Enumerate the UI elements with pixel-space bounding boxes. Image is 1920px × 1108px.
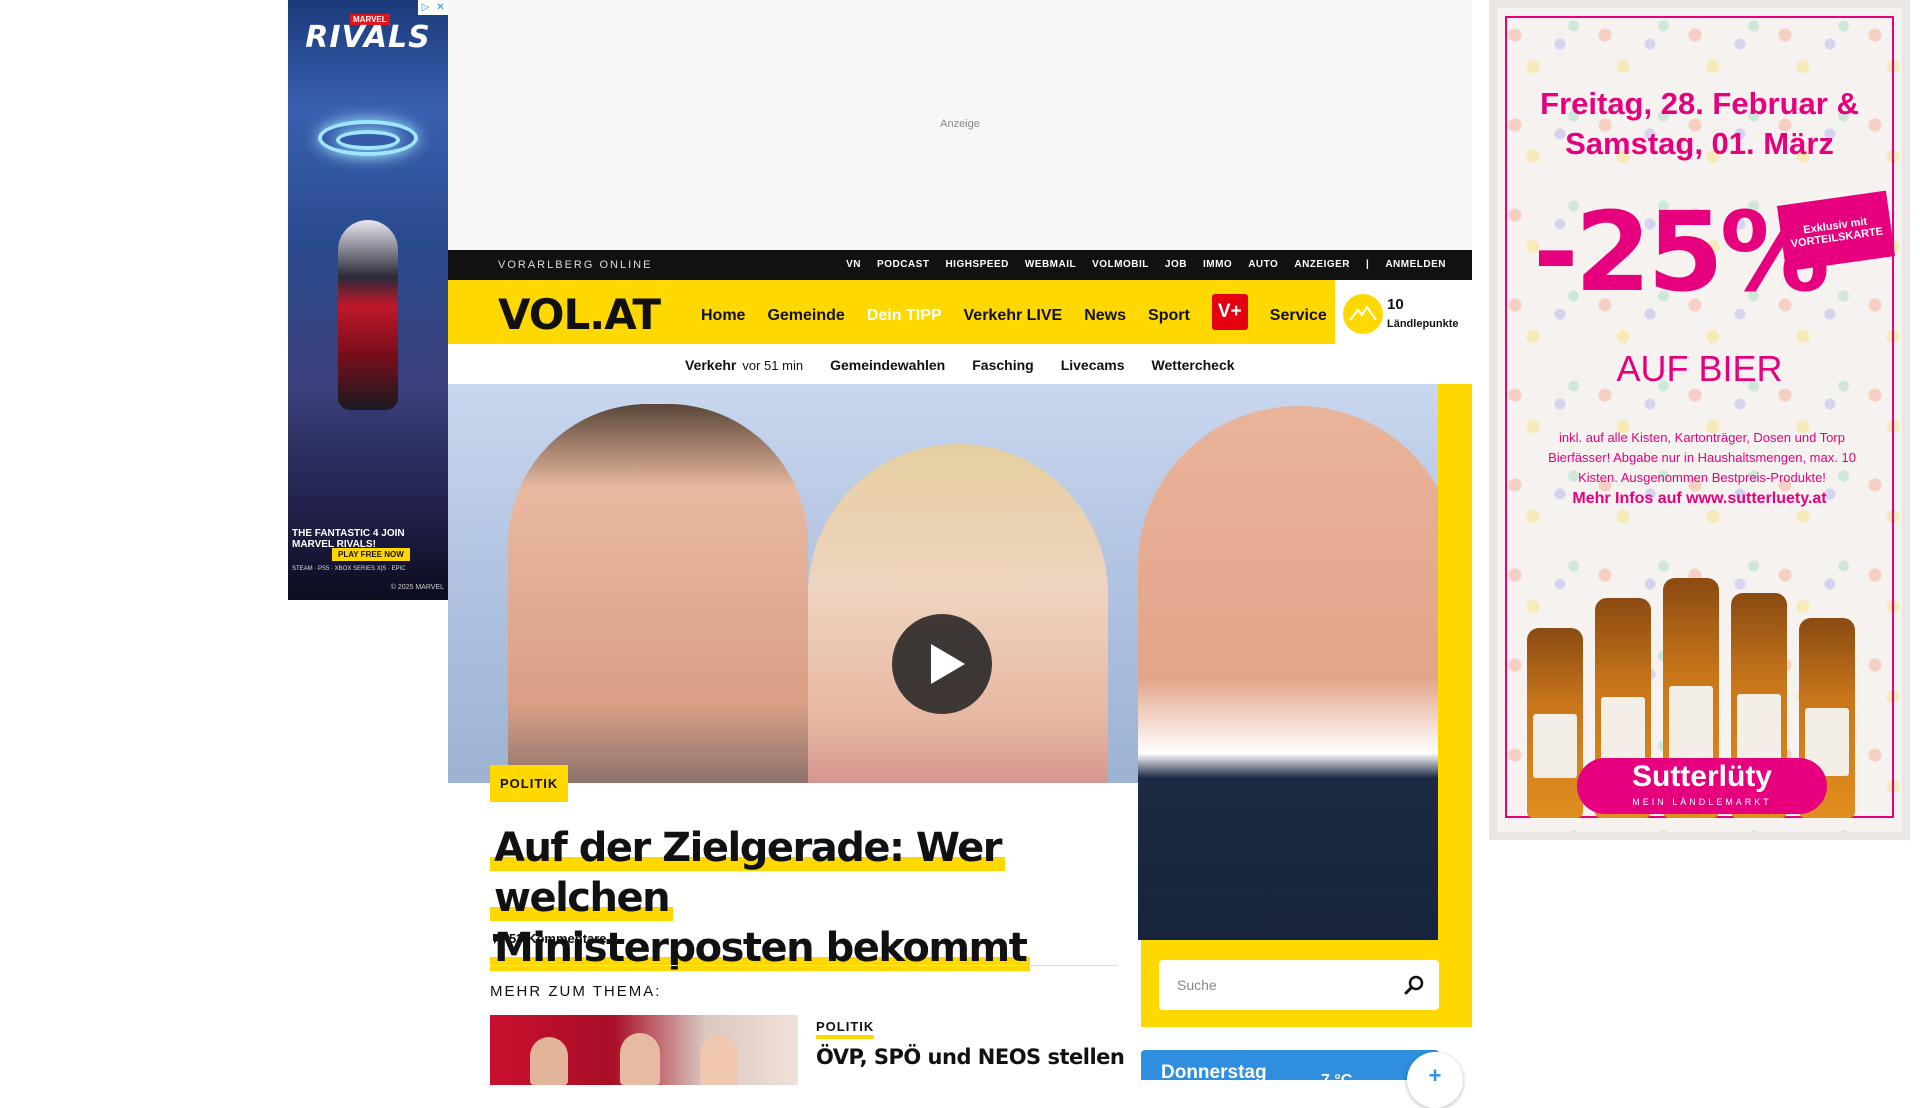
divider — [490, 965, 1118, 966]
subnav-item-fasching[interactable]: Fasching — [972, 357, 1033, 373]
points-label: Ländlepunkte — [1387, 318, 1459, 330]
subnav-verkehr-time: vor 51 min — [742, 358, 804, 373]
site-name: VORARLBERG ONLINE — [498, 259, 653, 271]
ad-brand-name: Sutterlüty — [1631, 760, 1772, 793]
ad-date-line-2: Samstag, 01. März — [1565, 126, 1834, 161]
comments-count: 53 Kommentare — [509, 931, 607, 946]
top-link-job[interactable]: JOB — [1165, 259, 1187, 270]
nav-items: Home Gemeinde Dein TIPP Verkehr LIVE New… — [701, 294, 1327, 330]
ad-brand-sub: MEIN LÄNDLEMARKT — [1632, 797, 1772, 807]
article-headline[interactable]: Auf der Zielgerade: Wer welchen Minister… — [490, 823, 1130, 973]
site-logo[interactable]: VOL.AT — [498, 290, 661, 339]
thumb-person — [700, 1035, 738, 1085]
more-on-topic-label: MEHR ZUM THEMA: — [490, 983, 662, 1000]
comments-link[interactable]: 53 Kommentare — [492, 931, 607, 946]
ad-right-skyscraper[interactable]: Freitag, 28. Februar & Samstag, 01. März… — [1489, 0, 1910, 840]
top-bar: VORARLBERG ONLINE VN PODCAST HIGHSPEED W… — [448, 250, 1472, 280]
subnav-item-gemeindewahlen[interactable]: Gemeindewahlen — [830, 357, 945, 373]
beer-bottle — [1527, 628, 1583, 818]
nav-item-home[interactable]: Home — [701, 307, 745, 325]
weather-expand-button[interactable]: + — [1407, 1052, 1463, 1108]
ad-left-skyscraper[interactable]: ▷ ✕ MARVEL RIVALS THE FANTASTIC 4 JOIN M… — [288, 0, 448, 600]
nav-item-service[interactable]: Service — [1270, 307, 1327, 325]
thumb-person — [620, 1033, 660, 1085]
nav-item-gemeinde[interactable]: Gemeinde — [767, 307, 844, 325]
ad-label: Anzeige — [940, 118, 980, 130]
ad-close-icon[interactable]: ✕ — [433, 0, 448, 15]
weather-day: Donnerstag — [1161, 1062, 1267, 1083]
article-category[interactable]: POLITIK — [490, 765, 569, 802]
top-links: VN PODCAST HIGHSPEED WEBMAIL VOLMOBIL JO… — [846, 259, 1446, 270]
comment-icon — [493, 933, 503, 944]
related-article-category[interactable]: POLITIK — [816, 1019, 875, 1039]
ad-subtitle: AUF BIER — [1616, 348, 1783, 389]
related-article-thumbnail[interactable] — [490, 1015, 798, 1085]
subnav-item-wettercheck[interactable]: Wettercheck — [1152, 357, 1235, 373]
top-link-anzeiger[interactable]: ANZEIGER — [1294, 259, 1350, 270]
hero-person-right — [1138, 406, 1438, 940]
ad-brand-logo: Sutterlüty MEIN LÄNDLEMARKT — [1577, 758, 1827, 814]
hero-accent-bar — [1438, 384, 1472, 940]
nav-item-dein-tipp[interactable]: Dein TIPP — [867, 307, 942, 325]
thumb-person — [530, 1037, 568, 1085]
top-link-podcast[interactable]: PODCAST — [877, 259, 929, 270]
plus-icon: + — [1428, 1063, 1442, 1088]
ad-tagline: THE FANTASTIC 4 JOIN MARVEL RIVALS! — [292, 528, 405, 550]
ad-ring-decoration — [336, 130, 400, 150]
ad-play-button[interactable]: PLAY FREE NOW — [332, 548, 410, 561]
ad-platforms: STEAM · PS5 · XBOX SERIES X|S · EPIC — [292, 566, 406, 572]
related-article-title[interactable]: ÖVP, SPÖ und NEOS stellen — [816, 1045, 1125, 1069]
ad-date-line-1: Freitag, 28. Februar & — [1540, 86, 1859, 121]
ad-brand: RIVALS — [305, 20, 431, 55]
top-link-separator: | — [1366, 259, 1370, 270]
search-input[interactable] — [1159, 960, 1389, 1010]
top-link-volmobil[interactable]: VOLMOBIL — [1092, 259, 1149, 270]
nav-item-sport[interactable]: Sport — [1148, 307, 1190, 325]
nav-item-verkehr-live[interactable]: Verkehr LIVE — [964, 307, 1063, 325]
ad-copyright: © 2025 MARVEL — [390, 584, 444, 591]
ad-fineprint: inkl. auf alle Kisten, Kartonträger, Dos… — [1548, 430, 1856, 485]
top-link-auto[interactable]: AUTO — [1248, 259, 1278, 270]
subnav-verkehr-label: Verkehr — [685, 357, 737, 373]
login-link[interactable]: ANMELDEN — [1385, 259, 1446, 270]
top-link-webmail[interactable]: WEBMAIL — [1025, 259, 1076, 270]
search-box — [1159, 960, 1439, 1010]
top-link-immo[interactable]: IMMO — [1203, 259, 1232, 270]
weather-temp: 7 °C — [1321, 1072, 1353, 1089]
ad-character-figure — [338, 220, 398, 410]
ad-top-banner: Anzeige — [448, 0, 1472, 250]
points-value: 10 — [1387, 296, 1404, 313]
search-icon[interactable] — [1403, 974, 1425, 996]
main-nav: VOL.AT Home Gemeinde Dein TIPP Verkehr L… — [448, 280, 1472, 344]
top-link-highspeed[interactable]: HIGHSPEED — [945, 259, 1008, 270]
sub-nav: Verkehr vor 51 min Gemeindewahlen Faschin… — [448, 344, 1472, 384]
ad-more-info: Mehr Infos auf www.sutterluety.at — [1572, 490, 1827, 507]
ad-date: Freitag, 28. Februar & Samstag, 01. März — [1497, 84, 1902, 164]
mountain-icon — [1343, 294, 1383, 334]
play-icon[interactable] — [892, 614, 992, 714]
top-link-vn[interactable]: VN — [846, 259, 861, 270]
weather-widget[interactable]: Donnerstag 7 °C — [1141, 1050, 1439, 1089]
nav-item-news[interactable]: News — [1084, 307, 1126, 325]
subnav-item-livecams[interactable]: Livecams — [1061, 357, 1125, 373]
vplus-button[interactable]: V+ — [1211, 294, 1248, 330]
laendlepunkte-widget[interactable]: 10 Ländlepunkte — [1335, 280, 1472, 344]
article-card: POLITIK Auf der Zielgerade: Wer welchen … — [448, 765, 1138, 1085]
ad-info-icon[interactable]: ▷ — [418, 0, 433, 15]
ad-choices[interactable]: ▷ ✕ — [418, 0, 448, 15]
headline-line-1: Auf der Zielgerade: Wer welchen — [490, 825, 1005, 921]
subnav-item-verkehr[interactable]: Verkehr vor 51 min — [685, 357, 803, 373]
